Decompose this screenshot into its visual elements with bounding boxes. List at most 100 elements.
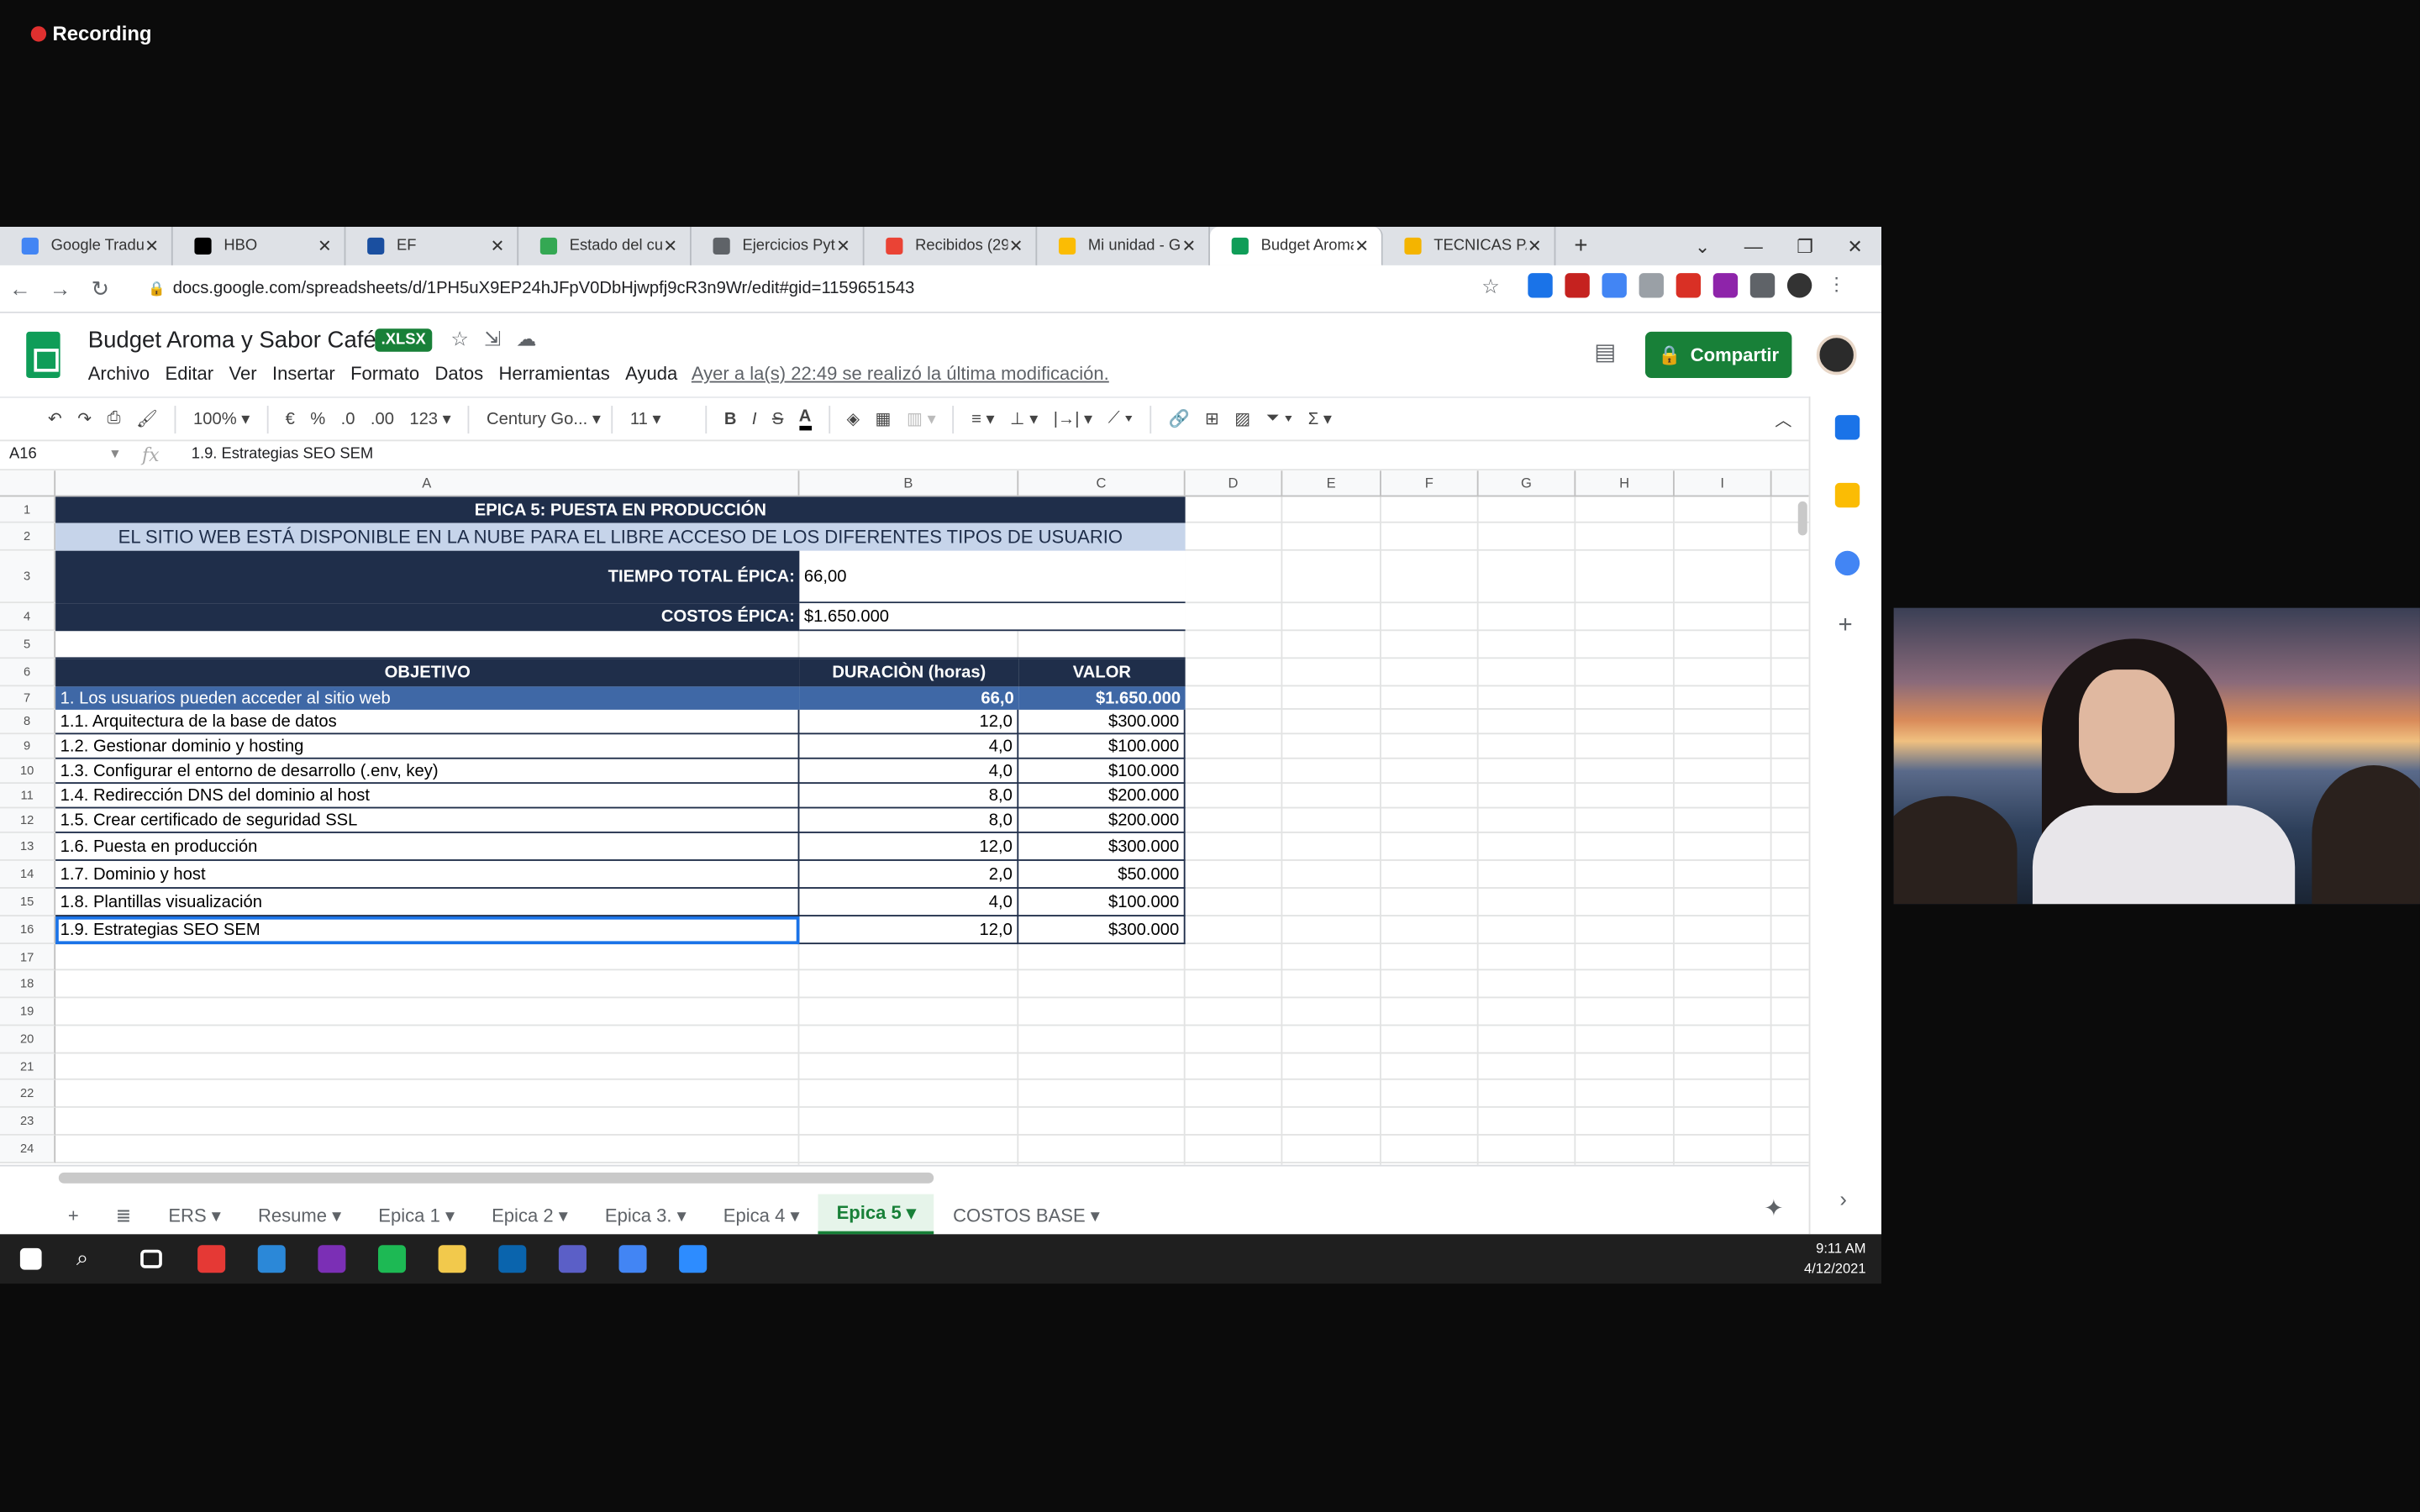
taskbar-app[interactable]: [421, 1234, 481, 1284]
close-tab-icon[interactable]: ✕: [836, 236, 850, 256]
total-duracion[interactable]: 66,0: [799, 686, 1019, 710]
row-header[interactable]: 11: [0, 784, 56, 809]
empty-row[interactable]: [55, 631, 1186, 659]
extension-icon[interactable]: [1676, 273, 1702, 298]
decrease-decimal-button[interactable]: .0: [341, 410, 355, 428]
row-header[interactable]: 7: [0, 686, 56, 710]
chevron-down-icon[interactable]: ▾: [111, 446, 118, 463]
menu-item[interactable]: Formato: [350, 363, 419, 385]
extension-icon[interactable]: [1528, 273, 1553, 298]
fill-color-icon[interactable]: ◈: [847, 409, 860, 429]
text-wrap-icon[interactable]: |→| ▾: [1054, 409, 1092, 429]
name-box[interactable]: A16: [9, 446, 37, 463]
column-header[interactable]: A: [55, 470, 800, 497]
sheet-title[interactable]: EPICA 5: PUESTA EN PRODUCCIÓN: [55, 496, 1186, 523]
row-header[interactable]: 3: [0, 550, 56, 604]
sheet-tab[interactable]: COSTOS BASE ▾: [934, 1196, 1118, 1233]
url-field[interactable]: 🔒 docs.google.com/spreadsheets/d/1PH5uX9E…: [139, 271, 1528, 305]
row-header[interactable]: 4: [0, 603, 56, 632]
reload-icon[interactable]: ↻: [81, 276, 121, 302]
number-format-select[interactable]: 123 ▾: [409, 409, 450, 429]
merge-cells-icon[interactable]: ▥ ▾: [907, 409, 936, 429]
comment-history-icon[interactable]: ▤: [1594, 338, 1616, 365]
sheet-tab[interactable]: Epica 3. ▾: [587, 1196, 705, 1233]
column-header[interactable]: F: [1381, 470, 1479, 497]
filter-icon[interactable]: ⏷ ▾: [1266, 409, 1293, 429]
row-header[interactable]: 10: [0, 759, 56, 785]
sheet-tab[interactable]: ERS ▾: [150, 1196, 239, 1233]
valor-cell[interactable]: $100.000: [1018, 734, 1186, 759]
taskbar-app[interactable]: [481, 1234, 542, 1284]
menu-dots-icon[interactable]: ⋮: [1824, 273, 1849, 297]
row-header[interactable]: 22: [0, 1079, 56, 1108]
extension-icon[interactable]: [1712, 273, 1739, 298]
column-header[interactable]: I: [1675, 470, 1772, 497]
new-tab-icon[interactable]: +: [1574, 233, 1587, 259]
close-tab-icon[interactable]: ✕: [1528, 236, 1542, 256]
tab-search-icon[interactable]: ⌄: [1695, 235, 1710, 257]
menu-item[interactable]: Archivo: [88, 363, 150, 385]
taskbar-app[interactable]: [301, 1234, 361, 1284]
all-sheets-icon[interactable]: ≣: [97, 1196, 150, 1233]
calendar-icon[interactable]: [1834, 415, 1860, 440]
doc-title[interactable]: Budget Aroma y Sabor Café: [88, 327, 376, 353]
search-button[interactable]: ⌕: [60, 1234, 121, 1284]
menu-item[interactable]: Datos: [435, 363, 484, 385]
text-rotation-icon[interactable]: ⟋ ▾: [1108, 409, 1134, 429]
percent-button[interactable]: %: [310, 410, 325, 428]
row-header[interactable]: 12: [0, 808, 56, 833]
column-header[interactable]: E: [1282, 470, 1381, 497]
vertical-align-icon[interactable]: ⊥ ▾: [1010, 409, 1038, 429]
sheet-tab[interactable]: Epica 4 ▾: [705, 1196, 818, 1233]
valor-cell[interactable]: $300.000: [1018, 709, 1186, 735]
keep-icon[interactable]: [1834, 482, 1860, 508]
objetivo-cell[interactable]: 1.3. Configurar el entorno de desarrollo…: [55, 759, 800, 785]
formula-input[interactable]: 1.9. Estrategias SEO SEM: [192, 446, 373, 463]
objetivo-cell[interactable]: 1.4. Redirección DNS del dominio al host: [55, 784, 800, 809]
italic-icon[interactable]: I: [752, 410, 757, 428]
sheet-subtitle[interactable]: EL SITIO WEB ESTÁ DISPONIBLE EN LA NUBE …: [55, 522, 1186, 551]
row-header[interactable]: 8: [0, 709, 56, 735]
maximize-icon[interactable]: ❐: [1797, 235, 1813, 257]
valor-cell[interactable]: $100.000: [1018, 759, 1186, 785]
valor-cell[interactable]: $300.000: [1018, 832, 1186, 861]
column-header[interactable]: B: [799, 470, 1019, 497]
total-objetivo[interactable]: 1. Los usuarios pueden acceder al sitio …: [55, 686, 800, 710]
bookmark-star-icon[interactable]: ☆: [1481, 275, 1499, 299]
functions-icon[interactable]: Σ ▾: [1308, 409, 1332, 429]
costos-label[interactable]: COSTOS ÉPICA:: [55, 603, 800, 632]
valor-cell[interactable]: $300.000: [1018, 916, 1186, 945]
close-tab-icon[interactable]: ✕: [491, 236, 505, 256]
row-header[interactable]: 17: [0, 944, 56, 971]
duracion-cell[interactable]: 4,0: [799, 759, 1019, 785]
move-icon[interactable]: ⇲: [484, 327, 501, 351]
row-header[interactable]: 23: [0, 1107, 56, 1136]
column-title[interactable]: DURACIÒN (horas): [799, 659, 1019, 687]
close-tab-icon[interactable]: ✕: [1009, 236, 1023, 256]
row-header[interactable]: 13: [0, 832, 56, 861]
duracion-cell[interactable]: 8,0: [799, 808, 1019, 833]
insert-chart-icon[interactable]: ▨: [1234, 409, 1250, 429]
close-icon[interactable]: ✕: [1847, 235, 1862, 257]
tasks-icon[interactable]: [1834, 550, 1860, 576]
currency-button[interactable]: €: [286, 410, 295, 428]
row-header[interactable]: 6: [0, 659, 56, 687]
task-view-button[interactable]: [120, 1234, 181, 1284]
duracion-cell[interactable]: 4,0: [799, 888, 1019, 916]
collapse-toolbar-icon[interactable]: ︿: [1775, 407, 1791, 431]
borders-icon[interactable]: ▦: [875, 409, 891, 429]
row-header[interactable]: 2: [0, 522, 56, 551]
taskbar-app[interactable]: [662, 1234, 723, 1284]
column-title[interactable]: VALOR: [1018, 659, 1186, 687]
objetivo-cell[interactable]: 1.8. Plantillas visualización: [55, 888, 800, 916]
extension-icon[interactable]: [1639, 273, 1664, 298]
tiempo-label[interactable]: TIEMPO TOTAL ÉPICA:: [55, 550, 800, 604]
bold-icon[interactable]: B: [724, 410, 737, 428]
undo-icon[interactable]: ↶: [48, 409, 62, 429]
font-size-select[interactable]: 11 ▾: [630, 409, 689, 429]
forward-icon[interactable]: →: [40, 276, 81, 301]
profile-icon[interactable]: [1786, 273, 1812, 298]
column-header[interactable]: C: [1018, 470, 1186, 497]
share-button[interactable]: 🔒 Compartir: [1644, 331, 1792, 378]
browser-tab[interactable]: Ejercicios Pyth ✕: [692, 226, 865, 265]
